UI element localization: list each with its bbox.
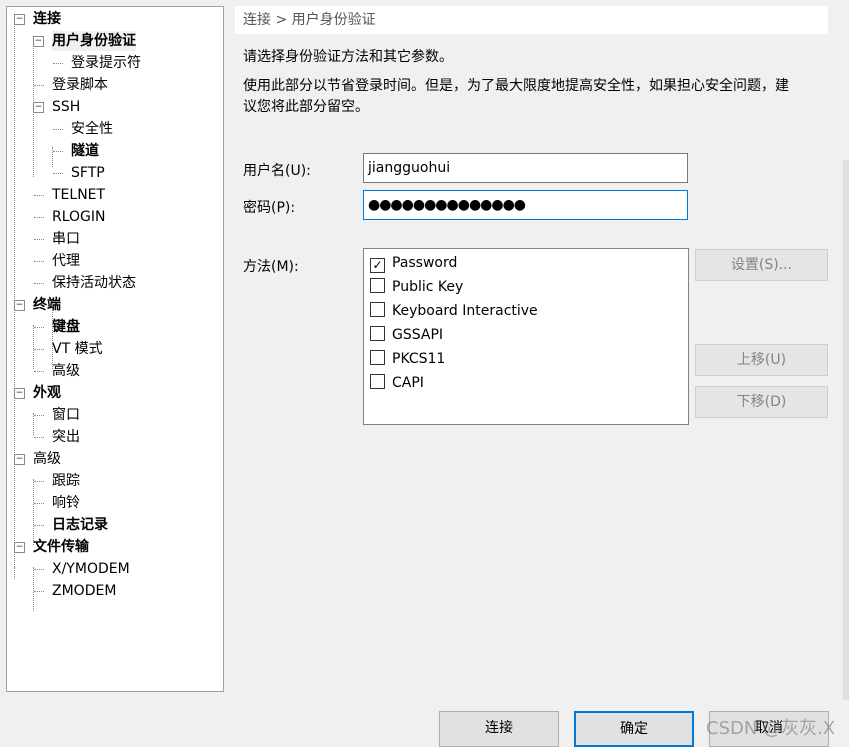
move-up-button[interactable]: 上移(U) (695, 344, 828, 376)
description-note-cont: 议您将此部分留空。 (243, 99, 369, 115)
tree-connector (34, 283, 44, 284)
tree-item[interactable]: X/YMODEM (52, 559, 130, 579)
tree-connector (34, 349, 44, 350)
collapse-icon[interactable]: − (14, 388, 25, 399)
tree-item[interactable]: 突出 (52, 427, 80, 447)
tree-connector (33, 479, 34, 545)
tree-connector (14, 567, 15, 579)
move-down-button[interactable]: 下移(D) (695, 386, 828, 418)
tree-item[interactable]: 高级 (52, 361, 80, 381)
tree-connector (53, 129, 63, 130)
checkbox[interactable] (370, 326, 385, 341)
checkbox[interactable] (370, 350, 385, 365)
tree-connector (34, 327, 44, 328)
tree-connector (34, 371, 44, 372)
tree-connector (33, 325, 34, 369)
collapse-icon[interactable]: − (14, 300, 25, 311)
tree-item[interactable]: VT 模式 (52, 339, 103, 359)
tree-connector (34, 261, 44, 262)
tree-item[interactable]: 保持活动状态 (52, 273, 136, 293)
tree-connector (34, 195, 44, 196)
ok-button[interactable]: 确定 (574, 711, 694, 747)
tree-connector (14, 19, 15, 579)
description: 请选择身份验证方法和其它参数。 (243, 49, 453, 65)
tree-item[interactable]: 代理 (52, 251, 80, 271)
method-option[interactable]: Keyboard Interactive (370, 300, 538, 322)
method-option-label: PKCS11 (392, 351, 446, 367)
tree-item[interactable]: 文件传输 (33, 537, 89, 557)
checkbox[interactable]: ✓ (370, 258, 385, 273)
tree-connector (34, 591, 44, 592)
tree-connector (34, 85, 44, 86)
tree-connector (53, 63, 63, 64)
password-label: 密码(P): (243, 200, 296, 216)
tree-connector (33, 567, 34, 611)
method-option-label: CAPI (392, 375, 424, 391)
tree-item[interactable]: 跟踪 (52, 471, 80, 491)
tree-item[interactable]: ZMODEM (52, 581, 116, 601)
tree-item[interactable]: TELNET (52, 185, 105, 205)
tree-item[interactable]: 响铃 (52, 493, 80, 513)
password-input[interactable]: ●●●●●●●●●●●●●● (363, 190, 688, 220)
checkbox[interactable] (370, 374, 385, 389)
tree-item[interactable]: 日志记录 (52, 515, 108, 535)
method-option-label: Password (392, 255, 458, 271)
tree-connector (52, 147, 53, 167)
method-option-label: Public Key (392, 279, 464, 295)
tree-item[interactable]: RLOGIN (52, 207, 106, 227)
checkbox[interactable] (370, 278, 385, 293)
tree-connector (34, 239, 44, 240)
method-list: ✓ Password Public Key Keyboard Interactive G… (363, 248, 689, 425)
collapse-icon[interactable]: − (33, 102, 44, 113)
username-label: 用户名(U): (243, 163, 311, 179)
tree-connector (34, 569, 44, 570)
tree-item[interactable]: 登录脚本 (52, 75, 108, 95)
tree-item[interactable]: 安全性 (71, 119, 113, 139)
method-label: 方法(M): (243, 259, 299, 275)
method-option[interactable]: CAPI (370, 372, 424, 394)
tree-item[interactable]: 串口 (52, 229, 80, 249)
tree-connector (34, 437, 44, 438)
tree-connector (53, 173, 63, 174)
tree-connector (34, 525, 44, 526)
tree-item[interactable]: SSH (52, 97, 80, 117)
collapse-icon[interactable]: − (14, 454, 25, 465)
method-option-label: GSSAPI (392, 327, 444, 343)
collapse-icon[interactable]: − (33, 36, 44, 47)
tree-connector (33, 37, 34, 177)
method-option[interactable]: GSSAPI (370, 324, 443, 346)
username-input[interactable]: jiangguohui (363, 153, 688, 183)
tree-item[interactable]: 用户身份验证 (52, 31, 136, 51)
tree-item[interactable]: 连接 (33, 9, 61, 29)
collapse-icon[interactable]: − (14, 542, 25, 553)
tree-item[interactable]: 终端 (33, 295, 61, 315)
tree-item[interactable]: SFTP (71, 163, 105, 183)
tree-connector (34, 481, 44, 482)
tree-connector (53, 151, 63, 152)
method-option[interactable]: PKCS11 (370, 348, 445, 370)
tree-connector (34, 415, 44, 416)
tree-item[interactable]: 隧道 (71, 141, 99, 161)
method-option-label: Keyboard Interactive (392, 303, 538, 319)
tree-item[interactable]: 窗口 (52, 405, 80, 425)
tree-item[interactable]: 高级 (33, 449, 61, 469)
connect-button[interactable]: 连接 (439, 711, 559, 747)
tree-connector (33, 413, 34, 435)
method-option[interactable]: ✓ Password (370, 252, 457, 274)
description-note: 使用此部分以节省登录时间。但是，为了最大限度地提高安全性，如果担心安全问题，建 (243, 78, 789, 94)
category-tree[interactable]: − 连接 − 用户身份验证 登录提示符 登录脚本 − SSH 安全性 隧道 SFTP TELNET RL… (6, 6, 224, 692)
tree-item[interactable]: 外观 (33, 383, 61, 403)
checkbox[interactable] (370, 302, 385, 317)
collapse-icon[interactable]: − (14, 14, 25, 25)
watermark: CSDN @灰灰.X (706, 718, 836, 739)
tree-item[interactable]: 键盘 (52, 317, 80, 337)
settings-button[interactable]: 设置(S)... (695, 249, 828, 281)
tree-connector (34, 217, 44, 218)
method-option[interactable]: Public Key (370, 276, 463, 298)
scrollbar[interactable] (843, 160, 849, 700)
tree-item[interactable]: 登录提示符 (71, 53, 141, 73)
tree-connector (34, 503, 44, 504)
breadcrumb: 连接 > 用户身份验证 (235, 6, 828, 34)
tree-connector (52, 303, 53, 369)
